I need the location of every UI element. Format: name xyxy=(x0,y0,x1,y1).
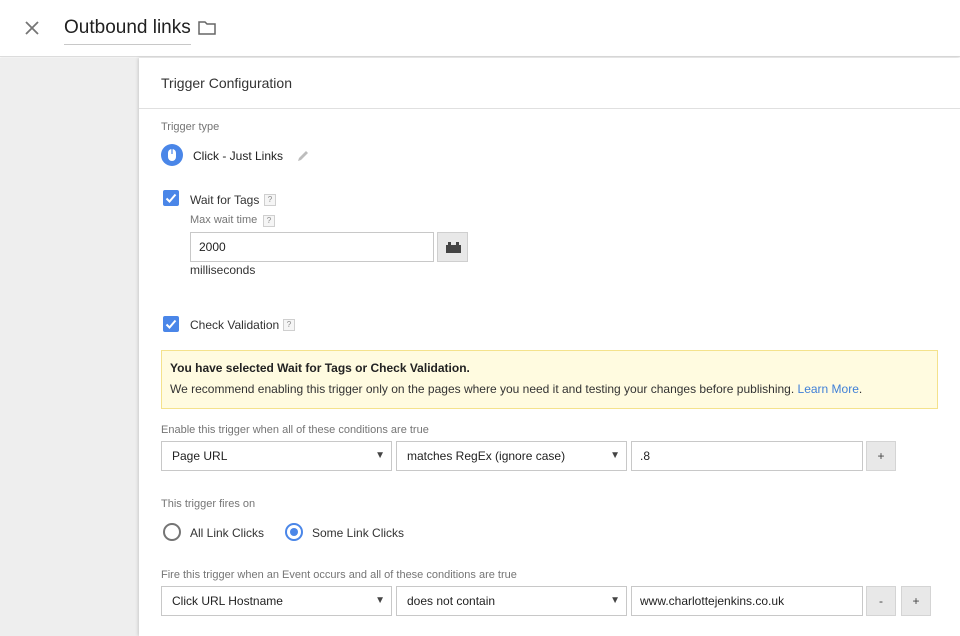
max-wait-time-label: Max wait time xyxy=(190,214,258,226)
caret-down-icon: ▼ xyxy=(610,595,620,606)
mouse-icon xyxy=(161,144,183,166)
fire-operator-select[interactable]: does not contain ▼ xyxy=(396,586,627,616)
all-link-clicks-radio[interactable] xyxy=(163,523,181,541)
enable-value-input[interactable]: .8 xyxy=(631,441,863,471)
card-title: Trigger Configuration xyxy=(161,75,292,91)
some-link-clicks-radio[interactable] xyxy=(285,523,303,541)
enable-operator-select[interactable]: matches RegEx (ignore case) ▼ xyxy=(396,441,627,471)
learn-more-link[interactable]: Learn More xyxy=(798,382,859,396)
all-link-clicks-label: All Link Clicks xyxy=(190,526,265,540)
check-validation-checkbox[interactable] xyxy=(163,316,179,332)
enable-operator-value: matches RegEx (ignore case) xyxy=(407,449,566,463)
card-header: Trigger Configuration xyxy=(139,58,960,109)
enable-variable-select[interactable]: Page URL ▼ xyxy=(161,441,392,471)
wait-for-tags-help[interactable]: ? xyxy=(264,194,276,206)
enable-variable-value: Page URL xyxy=(172,449,228,463)
enable-add-condition-button[interactable]: + xyxy=(866,441,896,471)
enable-conditions-label: Enable this trigger when all of these co… xyxy=(161,424,429,436)
close-icon[interactable] xyxy=(20,16,44,40)
trigger-type-value: Click - Just Links xyxy=(193,149,284,163)
check-validation-label: Check Validation xyxy=(190,318,280,332)
notice-link-suffix: . xyxy=(858,382,863,396)
fire-remove-condition-button[interactable]: - xyxy=(866,586,896,616)
trigger-type-label: Trigger type xyxy=(161,121,220,133)
caret-down-icon: ▼ xyxy=(375,595,385,606)
fire-variable-value: Click URL Hostname xyxy=(172,594,283,608)
fire-variable-select[interactable]: Click URL Hostname ▼ xyxy=(161,586,392,616)
milliseconds-unit: milliseconds xyxy=(190,263,256,277)
fires-on-label: This trigger fires on xyxy=(161,498,256,510)
trigger-name-title[interactable]: Outbound links xyxy=(64,17,191,45)
pencil-icon[interactable] xyxy=(296,149,310,163)
notice-text: We recommend enabling this trigger only … xyxy=(170,382,862,396)
notice-body: We recommend enabling this trigger only … xyxy=(170,382,795,396)
fire-value-input[interactable]: www.charlottejenkins.co.uk xyxy=(631,586,863,616)
fire-operator-value: does not contain xyxy=(407,594,496,608)
lego-brick-icon xyxy=(446,242,461,253)
fire-conditions-label: Fire this trigger when an Event occurs a… xyxy=(161,569,517,581)
variable-picker-button[interactable] xyxy=(437,232,468,262)
fire-add-condition-button[interactable]: + xyxy=(901,586,931,616)
left-pane xyxy=(0,58,139,636)
max-wait-time-input[interactable]: 2000 xyxy=(190,232,434,262)
folder-icon[interactable] xyxy=(197,18,217,38)
top-bar: Outbound links xyxy=(0,0,960,57)
caret-down-icon: ▼ xyxy=(610,450,620,461)
wait-for-tags-label: Wait for Tags xyxy=(190,193,260,207)
some-link-clicks-label: Some Link Clicks xyxy=(312,526,405,540)
max-wait-time-help[interactable]: ? xyxy=(263,215,275,227)
trigger-configuration-card: Trigger Configuration Trigger type Click… xyxy=(139,58,960,636)
validation-notice: You have selected Wait for Tags or Check… xyxy=(161,350,938,409)
notice-title: You have selected Wait for Tags or Check… xyxy=(170,361,470,375)
check-icon xyxy=(165,319,177,329)
caret-down-icon: ▼ xyxy=(375,450,385,461)
wait-for-tags-checkbox[interactable] xyxy=(163,190,179,206)
check-icon xyxy=(165,193,177,203)
check-validation-help[interactable]: ? xyxy=(283,319,295,331)
